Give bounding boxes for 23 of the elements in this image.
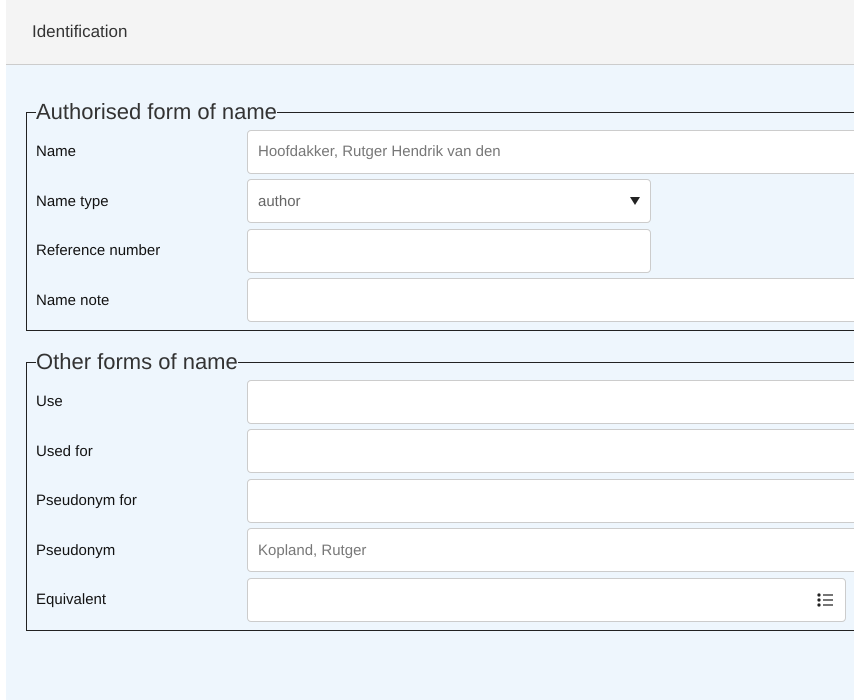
- field-label: Used for: [36, 442, 94, 460]
- field-label: Pseudonym for: [36, 492, 138, 510]
- list-icon[interactable]: [817, 592, 833, 607]
- text-field[interactable]: [247, 478, 854, 523]
- field-label: Reference number: [36, 242, 162, 260]
- text-field[interactable]: [247, 429, 854, 474]
- caret-icon: [630, 197, 640, 206]
- field-label: Name note: [36, 292, 110, 309]
- text-field[interactable]: [247, 278, 854, 322]
- fieldset-legend: Other forms of name: [36, 349, 238, 375]
- field-label: Name: [36, 143, 78, 160]
- text-field[interactable]: Kopland, Rutger: [247, 528, 854, 572]
- field-label: Equivalent: [36, 591, 108, 608]
- lookup-field[interactable]: [247, 578, 846, 622]
- fieldset-legend: Authorised form of name: [36, 99, 277, 125]
- dropdown-field[interactable]: author: [247, 179, 651, 224]
- text-field[interactable]: Hoofdakker, Rutger Hendrik van den: [247, 130, 854, 174]
- field-label: Name type: [36, 192, 110, 210]
- field-label: Use: [36, 393, 64, 410]
- text-field[interactable]: [247, 228, 651, 273]
- field-label: Pseudonym: [36, 542, 116, 559]
- text-field[interactable]: [247, 380, 854, 424]
- section-header[interactable]: Identification: [6, 0, 854, 65]
